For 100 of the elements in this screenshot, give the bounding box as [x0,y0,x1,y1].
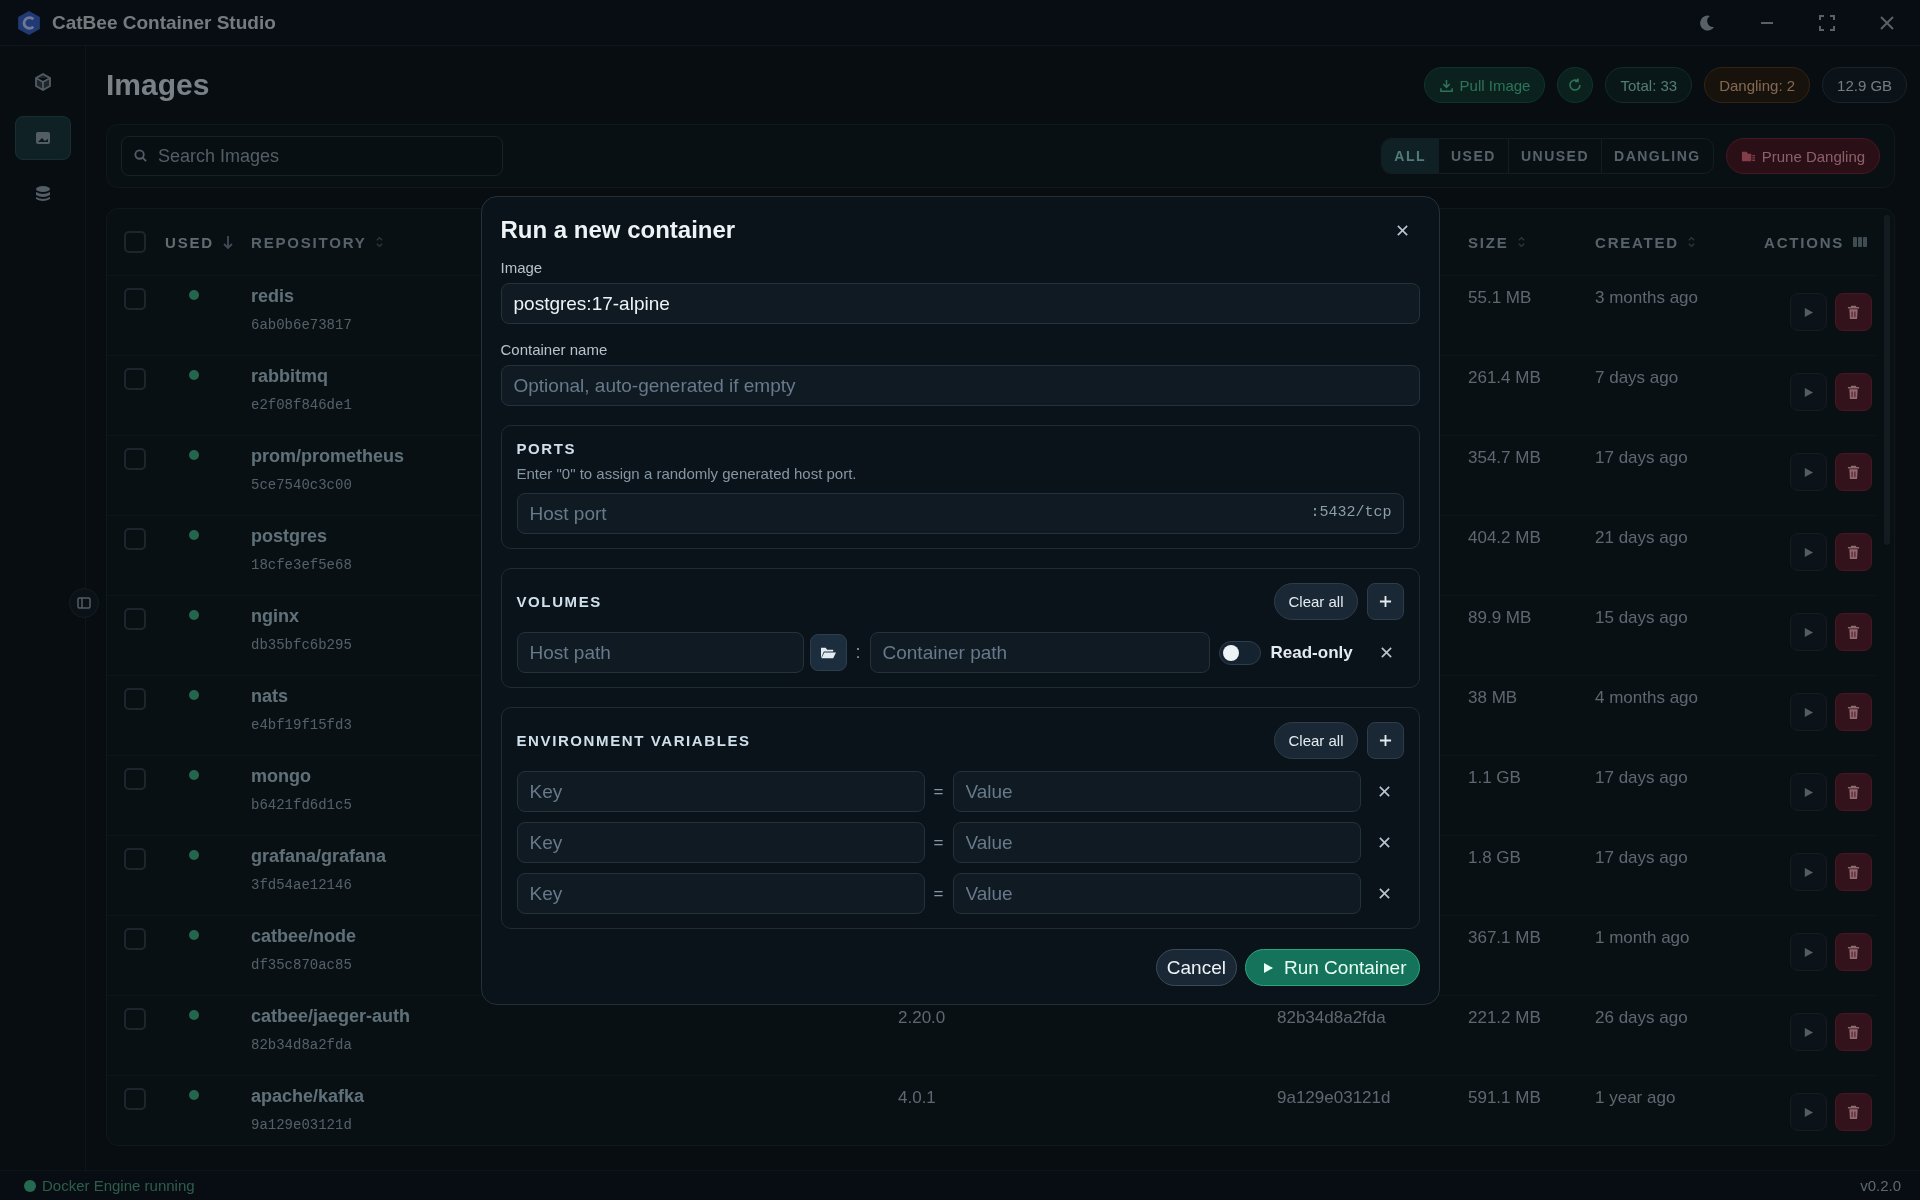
run-container-button[interactable]: Run Container [1244,949,1420,986]
play-icon [1803,386,1815,398]
image-id: 3fd54ae12146 [251,877,352,893]
checkbox[interactable] [124,1088,146,1110]
checkbox[interactable] [124,1008,146,1030]
value-field[interactable]: Value [952,873,1361,914]
image-id: b6421fd6d1c5 [251,797,352,813]
delete-button[interactable] [1835,933,1873,971]
pull-image-button[interactable]: Pull Image [1423,67,1546,103]
field-label: Image [500,259,543,276]
column-header[interactable]: REPOSITORY [251,233,367,251]
table-cell: 82b34d8a2fda [1277,1008,1386,1028]
run-button[interactable] [1790,613,1828,651]
refresh-button[interactable] [1557,67,1594,103]
image-id: 5ce7540c3c00 [251,477,352,493]
repository-name: nats [251,686,288,707]
play-icon [1803,786,1815,798]
run-button[interactable] [1790,293,1828,331]
trash-icon [1847,784,1861,800]
clear-all-button[interactable]: Clear all [1274,583,1358,620]
checkbox[interactable] [124,528,146,550]
run-button[interactable] [1790,933,1828,971]
play-icon [1803,306,1815,318]
checkbox[interactable] [124,231,146,253]
filter-tab[interactable]: USED [1439,139,1509,173]
add-button[interactable] [1366,583,1404,620]
delete-button[interactable] [1835,1093,1873,1131]
table-cell: 591.1 MB [1468,1088,1541,1108]
host-path-field[interactable]: Host path [516,632,804,673]
stat-badge: 12.9 GB [1822,67,1908,103]
column-header[interactable]: CREATED [1595,233,1679,251]
checkbox[interactable] [124,448,146,470]
browse-button[interactable] [809,634,847,671]
key-field[interactable]: Key [516,873,925,914]
run-button[interactable] [1790,453,1828,491]
value-field[interactable]: Value [952,822,1361,863]
container-path-field[interactable]: Container path [869,632,1210,673]
panel-icon [76,595,92,611]
sidebar-toggle[interactable] [69,588,99,618]
image-id: df35c870ac85 [251,957,352,973]
logo-icon [16,9,42,36]
table-cell: 17 days ago [1595,848,1688,868]
checkbox[interactable] [124,288,146,310]
run-button[interactable] [1790,853,1828,891]
delete-button[interactable] [1835,1013,1873,1051]
prune-button[interactable]: Prune Dangling [1725,138,1881,174]
delete-button[interactable] [1835,453,1873,491]
play-icon [1803,466,1815,478]
checkbox[interactable] [124,848,146,870]
play-icon [1803,706,1815,718]
filter-tab[interactable]: UNUSED [1508,139,1603,173]
stat-badge: Dangling: 2 [1704,67,1811,103]
toggle-label: Read-only [1270,642,1353,663]
maximize-icon[interactable] [1817,12,1838,33]
nav-item[interactable] [14,116,71,160]
delete-button[interactable] [1835,373,1873,411]
column-header[interactable]: SIZE [1468,233,1509,251]
table-cell: 261.4 MB [1468,368,1541,388]
delete-button[interactable] [1835,853,1873,891]
container-name-field[interactable]: Optional, auto-generated if empty [500,365,1420,406]
search-field[interactable]: Search Images [121,136,503,176]
table-cell: 17 days ago [1595,448,1688,468]
add-button[interactable] [1366,722,1404,759]
table-cell: 26 days ago [1595,1008,1688,1028]
table-cell: 1.8 GB [1468,848,1521,868]
read-only-toggle[interactable] [1218,640,1261,665]
checkbox[interactable] [124,688,146,710]
run-button[interactable] [1790,693,1828,731]
checkbox[interactable] [124,608,146,630]
columns-icon[interactable] [1852,234,1869,250]
delete-button[interactable] [1835,533,1873,571]
image-field[interactable]: postgres:17-alpine [500,283,1420,324]
key-field[interactable]: Key [516,822,925,863]
key-field[interactable]: Key [516,771,925,812]
run-button[interactable] [1790,1093,1828,1131]
run-button[interactable] [1790,1013,1828,1051]
run-button[interactable] [1790,373,1828,411]
cancel-button[interactable]: Cancel [1155,949,1237,986]
table-cell: 38 MB [1468,688,1518,708]
checkbox[interactable] [124,928,146,950]
stat-badge: Total: 33 [1605,67,1693,103]
port-suffix: :5432/tcp [1310,504,1392,521]
sort-icon [1687,235,1696,249]
delete-button[interactable] [1835,613,1873,651]
download-icon [1438,77,1454,93]
column-header[interactable]: USED [165,233,214,251]
run-button[interactable] [1790,773,1828,811]
run-button[interactable] [1790,533,1828,571]
delete-button[interactable] [1835,773,1873,811]
column-header[interactable]: ACTIONS [1764,233,1845,251]
delete-button[interactable] [1835,693,1873,731]
delete-button[interactable] [1835,293,1873,331]
image-id: db35bfc6b295 [251,637,352,653]
filter-tab[interactable]: ALL [1382,139,1439,173]
checkbox[interactable] [124,368,146,390]
repository-name: mongo [251,766,311,787]
value-field[interactable]: Value [952,771,1361,812]
checkbox[interactable] [124,768,146,790]
filter-tab[interactable]: DANGLING [1602,139,1713,173]
clear-all-button[interactable]: Clear all [1274,722,1358,759]
